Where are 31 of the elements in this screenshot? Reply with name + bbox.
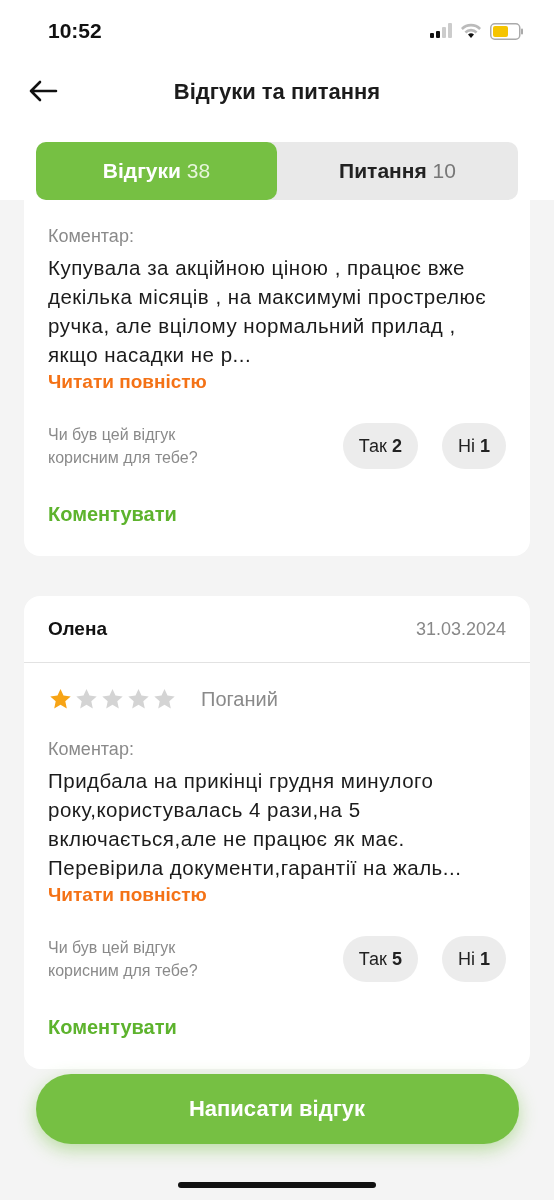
signal-icon bbox=[430, 23, 452, 39]
star-icon bbox=[152, 687, 177, 711]
comment-text: Купувала за акційною ціною , працює вже декілька місяців , на максимумі прострелює ручка, але вцілому нормальний прилад , якщо насадки не р... bbox=[48, 255, 488, 368]
vote-button[interactable]: Ні 1 bbox=[441, 936, 506, 982]
wifi-icon bbox=[460, 23, 482, 39]
star-icon bbox=[100, 687, 125, 711]
back-arrow-icon bbox=[28, 80, 58, 102]
vote-button[interactable]: Так 2 bbox=[342, 423, 418, 469]
tab[interactable]: Питання 10 bbox=[277, 142, 518, 200]
review-date: 31.03.2024 bbox=[415, 618, 506, 640]
page-title: Відгуки та питання bbox=[173, 79, 381, 105]
read-more-link[interactable]: Читати повністю bbox=[48, 371, 207, 393]
vote-button[interactable]: Ні 1 bbox=[441, 423, 506, 469]
star-icon bbox=[48, 687, 73, 711]
comment-link[interactable]: Коментувати bbox=[48, 1016, 177, 1039]
battery-icon bbox=[490, 22, 524, 40]
tab[interactable]: Відгуки 38 bbox=[36, 142, 277, 200]
comment-label: Коментар: bbox=[48, 739, 135, 760]
comment-label: Коментар: bbox=[48, 226, 135, 247]
star-icon bbox=[126, 687, 151, 711]
vote-button[interactable]: Так 5 bbox=[342, 936, 418, 982]
write-review-button[interactable]: Написати відгук bbox=[35, 1074, 519, 1144]
comment-text: Придбала на прикінці грудня минулого року,користувалась 4 рази,на 5 включається,але не працює як має. Перевірила документи,гарантії на жаль... bbox=[48, 768, 463, 881]
status-time: 10:52 bbox=[48, 19, 102, 43]
helpful-question: Чи був цей відгук корисним для тебе? bbox=[48, 425, 199, 468]
rating-label: Поганий bbox=[201, 687, 278, 711]
star-icon bbox=[74, 687, 99, 711]
review-author: Олена bbox=[48, 618, 107, 640]
read-more-link[interactable]: Читати повністю bbox=[48, 884, 207, 906]
comment-link[interactable]: Коментувати bbox=[48, 503, 177, 526]
helpful-question: Чи був цей відгук корисним для тебе? bbox=[48, 938, 199, 981]
